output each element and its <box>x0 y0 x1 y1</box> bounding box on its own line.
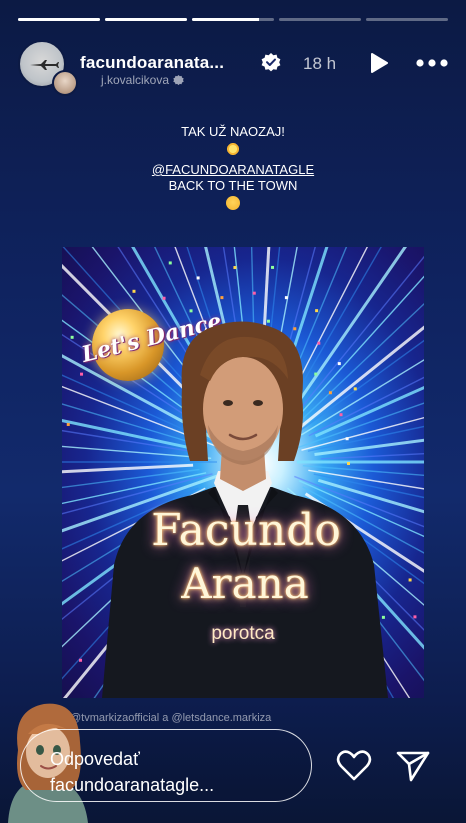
progress-segment <box>105 18 187 21</box>
reply-placeholder: Odpovedať facundoaranatagle... <box>50 749 215 795</box>
caption-mention-link[interactable]: @FACUNDOARANATAGLE <box>0 162 466 178</box>
progress-segment <box>18 18 100 21</box>
story-username[interactable]: facundoaranata... <box>80 53 256 73</box>
story-header: facundoaranata... 18 h j.kovalcikova <box>18 40 454 96</box>
heart-icon[interactable] <box>336 750 372 782</box>
tagged-accounts[interactable]: @tvmarkizaofficial a @letsdance.markiza <box>70 712 271 724</box>
caption-line: TAK UŽ NAOZAJ! <box>181 124 285 139</box>
poster-last-name: Arana <box>181 559 309 608</box>
poster-first-name: Facundo <box>151 505 341 556</box>
play-icon[interactable] <box>368 52 390 74</box>
story-progress <box>18 18 448 21</box>
send-icon[interactable] <box>396 750 430 782</box>
sun-emoji-icon <box>226 142 240 156</box>
plane-icon <box>30 60 59 70</box>
more-icon[interactable] <box>416 58 448 68</box>
caption-line: BACK TO THE TOWN <box>168 178 298 193</box>
story-viewer[interactable]: facundoaranata... 18 h j.kovalcikova TAK… <box>0 0 466 823</box>
reply-input[interactable]: Odpovedať facundoaranatagle... <box>20 729 312 802</box>
collaborator-username[interactable]: j.kovalcikova <box>101 73 184 87</box>
verified-badge-icon <box>173 74 184 85</box>
progress-segment <box>279 18 361 21</box>
story-timestamp: 18 h <box>303 54 337 73</box>
collaborator-avatar[interactable] <box>52 70 78 96</box>
relieved-face-emoji-icon <box>226 196 240 210</box>
story-caption: TAK UŽ NAOZAJ! @FACUNDOARANATAGLE BACK T… <box>0 124 466 216</box>
progress-segment-current <box>192 18 274 21</box>
verified-badge-icon <box>261 53 281 72</box>
shared-post-image[interactable]: Let's Dance Facundo Arana porotca <box>62 247 424 698</box>
progress-segment <box>366 18 448 21</box>
poster-role: porotca <box>211 623 275 644</box>
